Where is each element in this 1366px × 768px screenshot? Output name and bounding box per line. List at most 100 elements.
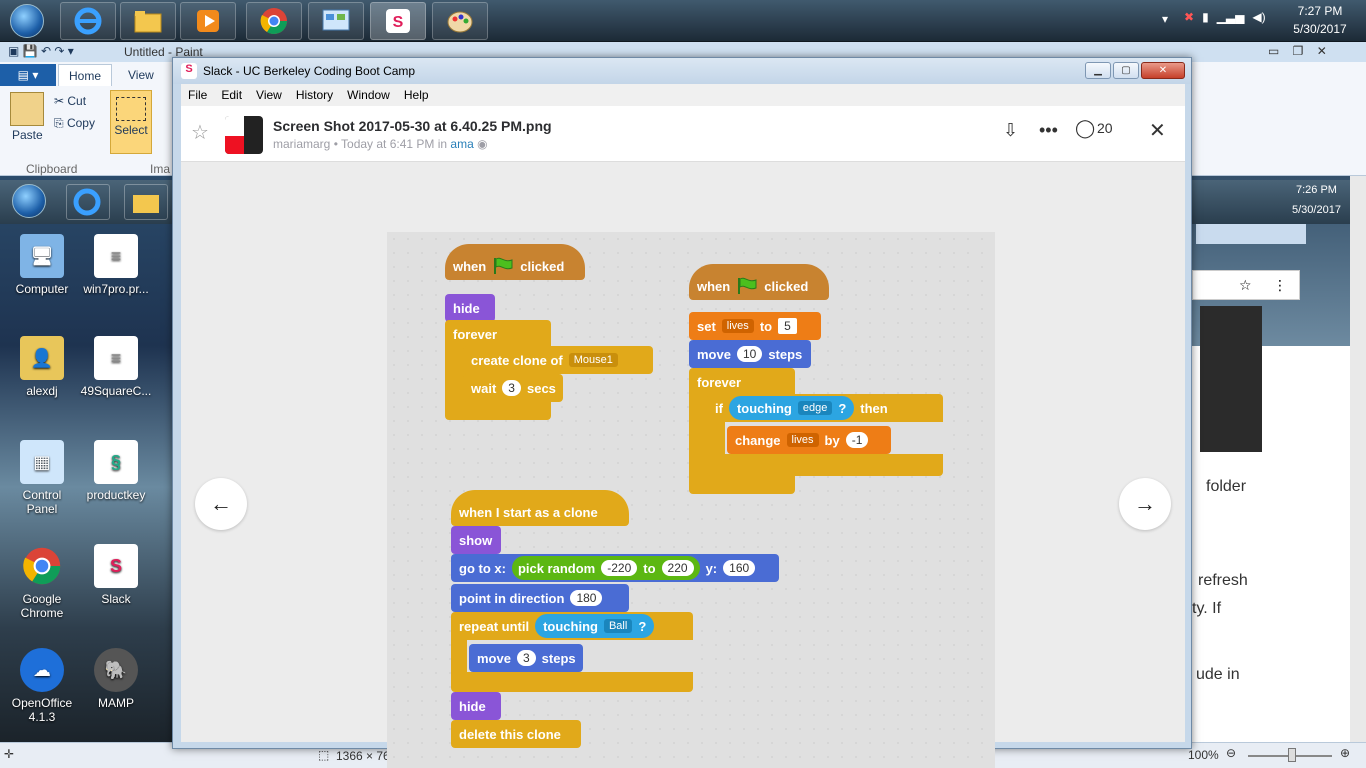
file-author[interactable]: mariamarg	[273, 137, 330, 151]
49square-file-icon[interactable]: ≡ 49SquareC...	[80, 336, 152, 398]
control-panel-icon[interactable]	[308, 2, 364, 40]
chrome-image-icon	[20, 544, 64, 588]
block-text: repeat until	[459, 618, 530, 634]
inner-scrollbar[interactable]	[1350, 176, 1366, 742]
slack-window: S Slack - UC Berkeley Coding Boot Camp ▁…	[172, 57, 1192, 768]
block-text: show	[459, 532, 493, 548]
signal-icon[interactable]: ▁▃▅	[1217, 10, 1245, 24]
slack-icon[interactable]: S	[370, 2, 426, 40]
clock[interactable]: 7:27 PM 5/30/2017	[1290, 4, 1350, 36]
next-arrow-icon[interactable]: →	[1119, 478, 1171, 530]
google-chrome-desktop-icon[interactable]: Google Chrome	[6, 544, 78, 620]
more-options-icon[interactable]: •••	[1039, 120, 1058, 141]
svg-text:S: S	[393, 14, 404, 31]
channel-info-icon: ◉	[477, 137, 488, 151]
block-text: clicked	[764, 278, 809, 294]
inner-window-controls[interactable]	[1196, 224, 1306, 244]
comment-count: 20	[1097, 120, 1113, 136]
paint-quick-access-icon[interactable]: ▣ 💾 ↶ ↷ ▾	[8, 44, 74, 58]
previous-arrow-icon[interactable]: ←	[195, 478, 247, 530]
windows-start-icon[interactable]	[4, 2, 50, 40]
explorer-icon[interactable]	[120, 2, 176, 40]
inner-address-bar[interactable]: ☆ ⋮	[1192, 270, 1300, 300]
block-text: when	[697, 278, 731, 294]
close-viewer-icon[interactable]: ✕	[1149, 118, 1166, 143]
clipboard-group-label: Clipboard	[26, 162, 78, 176]
tab-view[interactable]: View	[118, 64, 164, 86]
zoom-in-button[interactable]: ⊕	[1340, 746, 1350, 760]
go-to-xy-block: go to x: pick random -220 to 220 y: 160	[451, 554, 779, 582]
media-player-icon[interactable]	[180, 2, 236, 40]
cut-button[interactable]: ✂ Cut	[54, 94, 86, 108]
minimize-button[interactable]: ▁	[1085, 62, 1111, 79]
download-icon[interactable]: ⇩	[1003, 120, 1018, 141]
repeat-until-label: repeat until touching Ball ?	[451, 612, 693, 640]
text-fragment: refresh	[1198, 572, 1248, 589]
pick-random-block: pick random -220 to 220	[511, 556, 700, 580]
taskbar: S ▾ ✖ ▮ ▁▃▅ ◀) 7:27 PM 5/30/2017	[0, 0, 1366, 42]
show-hidden-icons-icon[interactable]: ▾	[1162, 12, 1168, 26]
openoffice-image-icon: ☁	[20, 648, 64, 692]
change-value: -1	[845, 432, 869, 448]
copy-button[interactable]: ⎘ Copy	[54, 116, 95, 131]
file-channel[interactable]: ama	[450, 137, 473, 151]
zoom-out-button[interactable]: ⊖	[1226, 746, 1236, 760]
battery-icon[interactable]: ▮	[1202, 10, 1209, 24]
menu-file[interactable]: File	[181, 88, 214, 102]
menu-help[interactable]: Help	[397, 88, 436, 102]
slack-titlebar: S Slack - UC Berkeley Coding Boot Camp ▁…	[173, 58, 1191, 84]
block-text: forever	[453, 326, 498, 342]
mamp-desktop-icon[interactable]: 🐘 MAMP	[80, 648, 152, 710]
user-folder-icon: 👤	[20, 336, 64, 380]
paste-button[interactable]: Paste	[12, 128, 43, 142]
computer-icon[interactable]: 🖥 Computer	[6, 234, 78, 296]
when-flag-clicked-block: when clicked	[445, 244, 585, 280]
win7pro-file-icon[interactable]: ≡ win7pro.pr...	[80, 234, 152, 296]
productkey-icon[interactable]: § productkey	[80, 440, 152, 502]
slack-desktop-icon[interactable]: S Slack	[80, 544, 152, 606]
paint-file-menu[interactable]: ▤ ▾	[0, 64, 56, 86]
block-text: touching	[736, 400, 792, 416]
volume-icon[interactable]: ◀)	[1252, 10, 1265, 24]
text-fragment: ty. If	[1192, 600, 1222, 617]
bookmark-star-icon[interactable]: ☆	[1239, 277, 1252, 294]
openoffice-label: OpenOffice 4.1.3	[11, 696, 73, 724]
select-button[interactable]: Select	[110, 90, 152, 154]
paint-icon[interactable]	[432, 2, 488, 40]
menu-dots-icon[interactable]: ⋮	[1273, 277, 1287, 294]
menu-history[interactable]: History	[289, 88, 340, 102]
tab-home[interactable]: Home	[58, 64, 113, 86]
comment-icon[interactable]: ◯	[1075, 118, 1095, 139]
paint-window-controls[interactable]: ▭ ❐ ✕	[1268, 44, 1327, 58]
sprite-dropdown: Mouse1	[568, 353, 618, 367]
variable-dropdown: lives	[721, 319, 754, 333]
maximize-button[interactable]: ▢	[1113, 62, 1139, 79]
green-flag-icon	[738, 277, 757, 294]
show-block: show	[451, 526, 501, 554]
inner-explorer-icon[interactable]	[124, 184, 168, 220]
block-text: change	[735, 432, 781, 448]
openoffice-desktop-icon[interactable]: ☁ OpenOffice 4.1.3	[6, 648, 78, 724]
network-error-icon[interactable]: ✖	[1184, 10, 1194, 24]
menu-view[interactable]: View	[249, 88, 289, 102]
touching-edge-block: touching edge ?	[728, 396, 855, 420]
script-icon: §	[94, 440, 138, 484]
inner-ie-icon[interactable]	[66, 184, 110, 220]
block-text: to	[759, 318, 773, 334]
hide-block: hide	[451, 692, 501, 720]
code-thumbnail	[1200, 306, 1262, 452]
control-panel-desktop-icon[interactable]: ▦ Control Panel	[6, 440, 78, 516]
zoom-slider-thumb[interactable]	[1288, 748, 1296, 762]
star-icon[interactable]: ☆	[191, 120, 209, 145]
chrome-icon[interactable]	[246, 2, 302, 40]
alexdj-icon[interactable]: 👤 alexdj	[6, 336, 78, 398]
block-text: pick random	[517, 560, 596, 576]
menu-edit[interactable]: Edit	[214, 88, 249, 102]
menu-window[interactable]: Window	[340, 88, 397, 102]
control-panel-label: Control Panel	[22, 488, 62, 516]
cut-label: Cut	[67, 94, 87, 108]
close-window-button[interactable]: ✕	[1141, 62, 1185, 79]
inner-start-icon[interactable]	[12, 184, 46, 218]
paste-icon[interactable]	[10, 92, 44, 126]
ie-icon[interactable]	[60, 2, 116, 40]
